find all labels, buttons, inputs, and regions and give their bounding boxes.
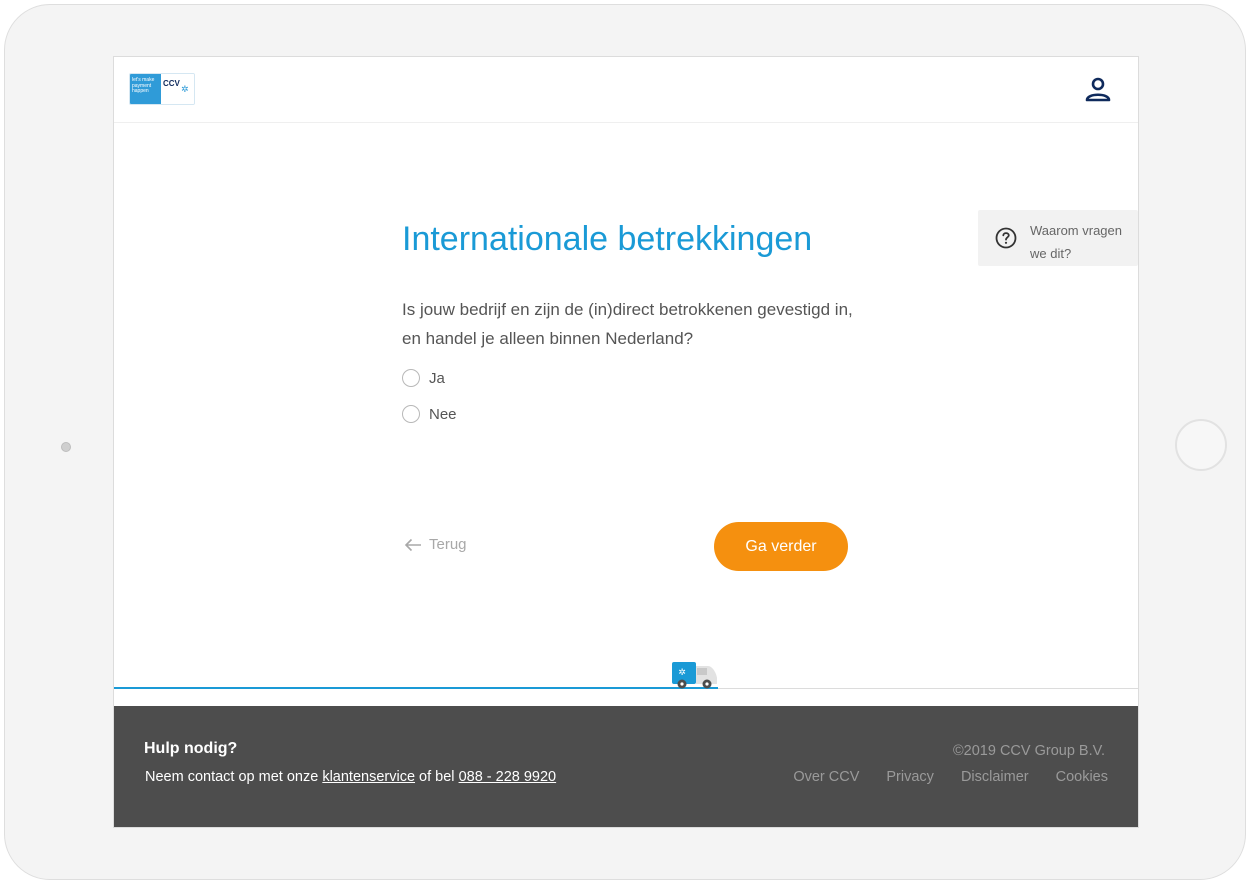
option-nee[interactable]: Nee: [402, 405, 457, 423]
copyright: ©2019 CCV Group B.V.: [952, 743, 1105, 759]
next-button[interactable]: Ga verder: [714, 522, 848, 571]
option-ja[interactable]: Ja: [402, 369, 445, 387]
why-ask-button[interactable]: Waarom vragen we dit?: [978, 210, 1138, 266]
question-text: Is jouw bedrijf en zijn de (in)direct be…: [402, 300, 853, 348]
contact-line: Neem contact op met onze klantenservice …: [145, 769, 556, 785]
ccv-logo[interactable]: let's make payment happen CCV ✲: [129, 73, 195, 105]
header: let's make payment happen CCV ✲: [114, 57, 1138, 123]
logo-brand: CCV: [163, 79, 180, 88]
camera-dot: [61, 442, 71, 452]
footer-links: Over CCV Privacy Disclaimer Cookies: [793, 769, 1108, 785]
phone-link[interactable]: 088 - 228 9920: [459, 769, 557, 785]
contact-prefix: Neem contact op met onze: [145, 769, 319, 785]
option-label: Nee: [429, 405, 457, 423]
user-icon[interactable]: [1084, 75, 1112, 103]
customer-service-link[interactable]: klantenservice: [322, 769, 415, 785]
contact-middle: of bel: [419, 769, 455, 785]
page-title: Internationale betrekkingen: [402, 220, 813, 258]
radio-nee[interactable]: [402, 405, 420, 423]
footer-link-disclaimer[interactable]: Disclaimer: [961, 769, 1029, 785]
footer-help-title: Hulp nodig?: [144, 740, 238, 757]
arrow-left-icon: [404, 538, 421, 551]
question-circle-icon: [995, 227, 1017, 249]
app-screen: let's make payment happen CCV ✲ Internat…: [113, 56, 1139, 828]
footer-link-privacy[interactable]: Privacy: [886, 769, 934, 785]
footer: Hulp nodig? Neem contact op met onze kla…: [114, 706, 1138, 827]
footer-link-cookies[interactable]: Cookies: [1056, 769, 1108, 785]
back-link[interactable]: Terug: [404, 536, 467, 553]
why-ask-label: Waarom vragen we dit?: [1030, 223, 1122, 261]
back-label: Terug: [429, 536, 467, 553]
footer-link-over-ccv[interactable]: Over CCV: [793, 769, 859, 785]
truck-icon: ✲: [672, 662, 718, 689]
progress-fill: [114, 687, 719, 689]
option-label: Ja: [429, 369, 445, 387]
logo-spark-icon: ✲: [181, 84, 189, 94]
home-button: [1175, 419, 1227, 471]
radio-ja[interactable]: [402, 369, 420, 387]
logo-tagline: let's make payment happen: [130, 74, 161, 104]
svg-text:✲: ✲: [678, 668, 686, 678]
